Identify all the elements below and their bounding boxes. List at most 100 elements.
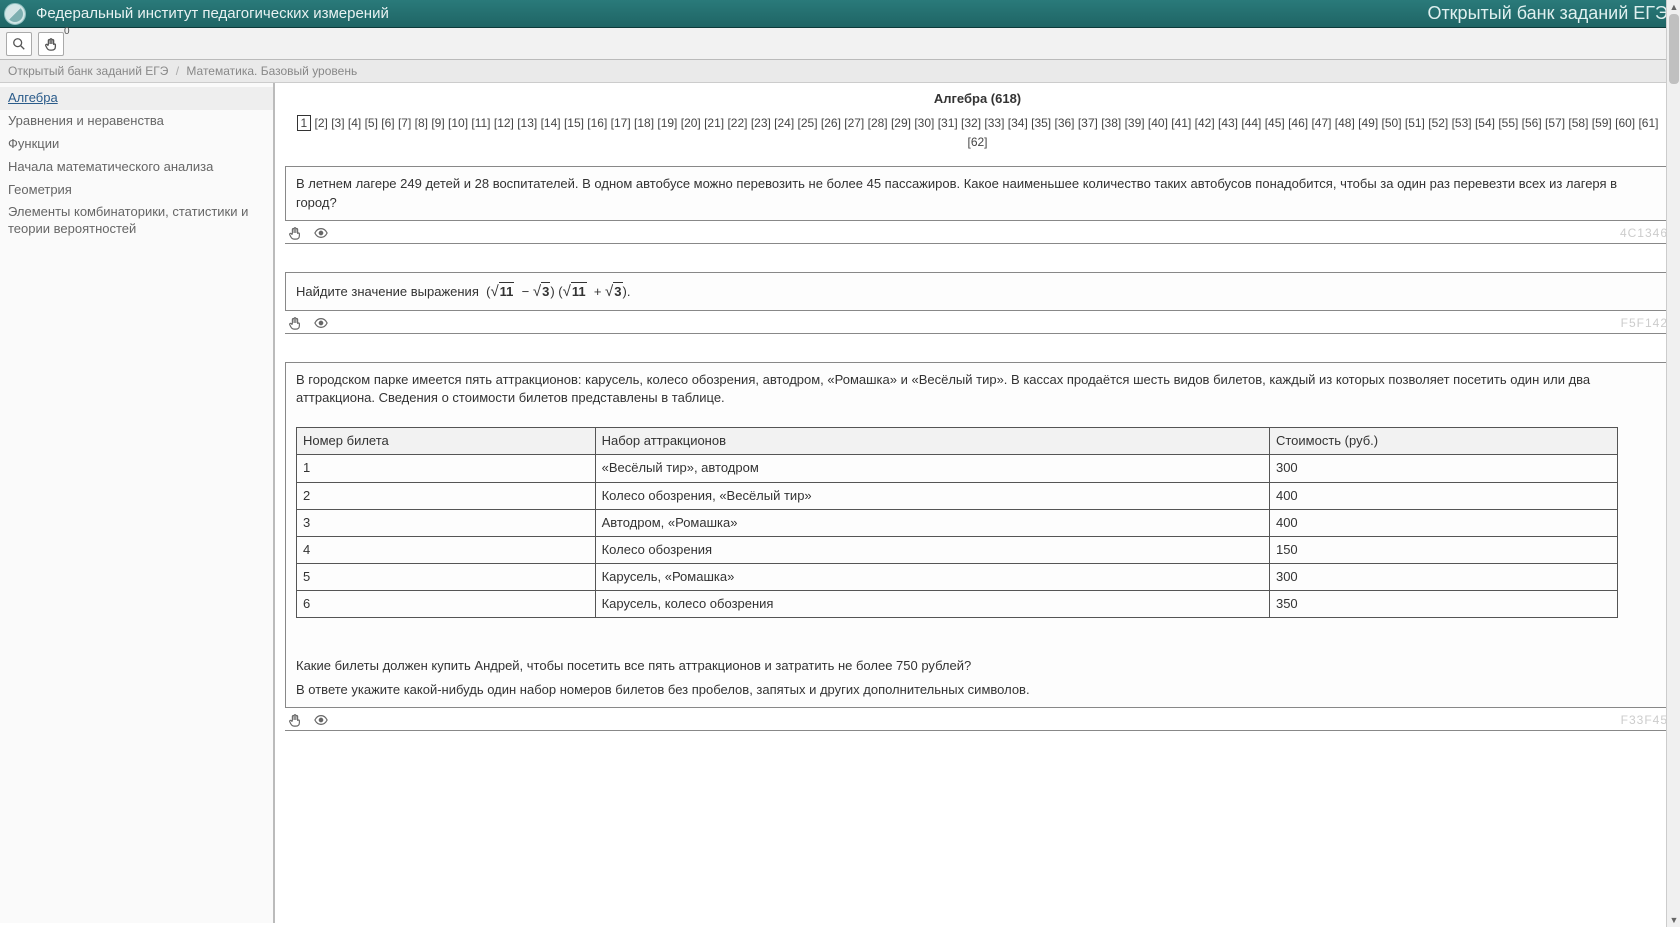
page-link[interactable]: [18] [634,116,654,130]
select-task-button[interactable] [287,315,303,331]
task-box: Найдите значение выражения (11 − 3) (11 … [285,272,1670,311]
page-link[interactable]: [41] [1171,116,1191,130]
task-question-1: Какие билеты должен купить Андрей, чтобы… [296,657,1659,675]
page-link[interactable]: [62] [967,135,987,149]
scroll-up-arrow[interactable]: ▲ [1667,0,1680,14]
page-link[interactable]: [43] [1218,116,1238,130]
select-task-button[interactable] [287,712,303,728]
page-link[interactable]: [58] [1568,116,1588,130]
task-box: В летнем лагере 249 детей и 28 воспитате… [285,166,1670,220]
sidebar-item[interactable]: Алгебра [0,87,273,110]
task-id: 4C1346 [1620,226,1668,240]
page-link[interactable]: [33] [984,116,1004,130]
page-link[interactable]: [27] [844,116,864,130]
page-link[interactable]: [3] [331,116,344,130]
sidebar-item[interactable]: Уравнения и неравенства [0,110,273,133]
page-link[interactable]: [48] [1335,116,1355,130]
page-link[interactable]: [10] [448,116,468,130]
page-link[interactable]: [19] [657,116,677,130]
page-link[interactable]: [31] [938,116,958,130]
sidebar-item[interactable]: Начала математического анализа [0,156,273,179]
page-link[interactable]: [17] [611,116,631,130]
page-link[interactable]: [35] [1031,116,1051,130]
page-link[interactable]: [45] [1265,116,1285,130]
page-link[interactable]: [51] [1405,116,1425,130]
page-link[interactable]: [37] [1078,116,1098,130]
page-link[interactable]: [25] [798,116,818,130]
search-button[interactable] [6,32,32,56]
page-link[interactable]: [5] [365,116,378,130]
search-icon [12,37,26,51]
page-link[interactable]: [7] [398,116,411,130]
page-link[interactable]: [46] [1288,116,1308,130]
scroll-thumb[interactable] [1669,14,1679,84]
page-link[interactable]: [28] [868,116,888,130]
table-header: Набор аттракционов [595,428,1269,455]
page-link[interactable]: [21] [704,116,724,130]
page-link[interactable]: [53] [1452,116,1472,130]
site-logo [4,3,26,25]
basket-button[interactable] [38,32,64,56]
page-link[interactable]: [36] [1054,116,1074,130]
table-cell: 4 [297,536,596,563]
page-link[interactable]: [61] [1638,116,1658,130]
eye-icon [314,713,328,727]
page-link[interactable]: [13] [517,116,537,130]
page-link[interactable]: [14] [541,116,561,130]
page-link[interactable]: [60] [1615,116,1635,130]
page-link[interactable]: [11] [471,116,490,130]
table-cell: 6 [297,591,596,618]
view-task-button[interactable] [313,315,329,331]
select-task-button[interactable] [287,225,303,241]
page-link[interactable]: [32] [961,116,981,130]
page-link[interactable]: [9] [431,116,444,130]
sidebar-item[interactable]: Геометрия [0,179,273,202]
sidebar-item[interactable]: Элементы комбинаторики, статистики и тео… [0,201,273,241]
page-link[interactable]: [50] [1382,116,1402,130]
table-cell: 150 [1269,536,1617,563]
page-link[interactable]: [52] [1428,116,1448,130]
page-link[interactable]: [4] [348,116,361,130]
page-link[interactable]: [49] [1358,116,1378,130]
table-header: Стоимость (руб.) [1269,428,1617,455]
page-link[interactable]: [57] [1545,116,1565,130]
view-task-button[interactable] [313,225,329,241]
page-link[interactable]: [23] [751,116,771,130]
page-link[interactable]: [38] [1101,116,1121,130]
page-link[interactable]: [22] [727,116,747,130]
ticket-table: Номер билетаНабор аттракционовСтоимость … [296,427,1618,618]
page-link-current[interactable]: 1 [297,115,312,131]
pointer-icon [288,713,302,727]
page-link[interactable]: [24] [774,116,794,130]
page-link[interactable]: [44] [1241,116,1261,130]
toolbar: 0 [0,28,1680,60]
page-link[interactable]: [15] [564,116,584,130]
page-link[interactable]: [12] [494,116,514,130]
page-link[interactable]: [16] [587,116,607,130]
task-box: В городском парке имеется пять аттракцио… [285,362,1670,708]
table-cell: 3 [297,509,596,536]
page-link[interactable]: [34] [1008,116,1028,130]
page-link[interactable]: [59] [1592,116,1612,130]
hand-icon [44,37,58,51]
page-link[interactable]: [40] [1148,116,1168,130]
page-link[interactable]: [56] [1522,116,1542,130]
page-link[interactable]: [39] [1125,116,1145,130]
scroll-down-arrow[interactable]: ▼ [1667,913,1680,927]
sidebar-item[interactable]: Функции [0,133,273,156]
page-link[interactable]: [8] [415,116,428,130]
page-link[interactable]: [42] [1195,116,1215,130]
page-link[interactable]: [55] [1498,116,1518,130]
breadcrumb-root[interactable]: Открытый банк заданий ЕГЭ [8,64,168,78]
page-link[interactable]: [29] [891,116,911,130]
scrollbar[interactable]: ▲ ▼ [1666,0,1680,927]
page-link[interactable]: [54] [1475,116,1495,130]
page-link[interactable]: [2] [315,116,328,130]
view-task-button[interactable] [313,712,329,728]
page-link[interactable]: [20] [681,116,701,130]
task-question-2: В ответе укажите какой-нибудь один набор… [296,681,1659,699]
page-link[interactable]: [30] [914,116,934,130]
page-link[interactable]: [47] [1311,116,1331,130]
page-link[interactable]: [6] [381,116,394,130]
page-link[interactable]: [26] [821,116,841,130]
